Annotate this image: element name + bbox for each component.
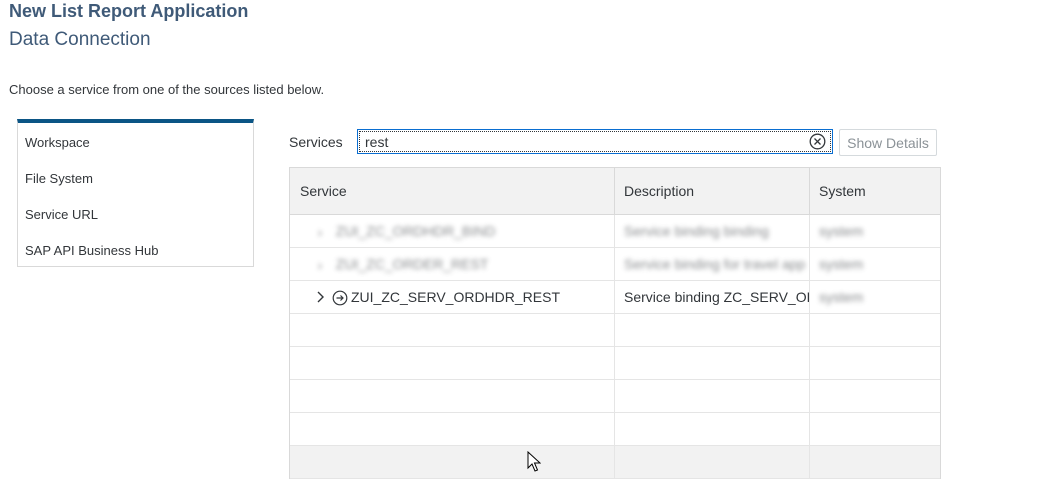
table-row[interactable]: › ZUI_ZC_ORDHDR_BIND Service binding bin…	[290, 215, 940, 248]
services-search-input[interactable]	[365, 134, 795, 150]
table-row-empty	[290, 314, 940, 347]
source-item-service-url[interactable]: Service URL	[18, 197, 253, 233]
row-service-name: ZUI_ZC_SERV_ORDHDR_REST	[351, 289, 561, 305]
instruction-text: Choose a service from one of the sources…	[9, 82, 325, 97]
mouse-cursor-icon	[527, 451, 541, 472]
services-search-field[interactable]	[357, 129, 833, 154]
table-row-empty	[290, 347, 940, 380]
row-description: Service binding for travel app	[624, 256, 806, 272]
table-row-empty	[290, 380, 940, 413]
show-details-button[interactable]: Show Details	[839, 129, 937, 156]
table-row-empty	[290, 413, 940, 446]
table-row[interactable]: › ZUI_ZC_ORDER_REST Service binding for …	[290, 248, 940, 281]
chevron-right-icon: ›	[317, 257, 323, 274]
table-header: Service Description System	[290, 168, 940, 215]
service-binding-icon	[332, 290, 348, 306]
clear-icon[interactable]	[809, 133, 826, 150]
source-item-workspace[interactable]: Workspace	[18, 125, 253, 161]
row-service-name: › ZUI_ZC_ORDER_REST	[300, 256, 489, 273]
row-system: system	[819, 223, 864, 239]
column-header-service[interactable]: Service	[290, 168, 615, 214]
services-table: Service Description System › ZUI_ZC_ORDH…	[289, 167, 941, 479]
services-label: Services	[289, 134, 343, 150]
column-header-system[interactable]: System	[810, 168, 940, 214]
chevron-right-icon[interactable]	[312, 282, 328, 313]
app-title: New List Report Application	[9, 1, 249, 21]
row-system: system	[819, 256, 864, 272]
source-item-api-hub[interactable]: SAP API Business Hub	[18, 233, 253, 269]
column-header-description[interactable]: Description	[615, 168, 810, 214]
table-row[interactable]: ZUI_ZC_SERV_ORDHDR_REST Service binding …	[290, 281, 940, 314]
chevron-right-icon: ›	[317, 224, 323, 241]
row-system: system	[819, 289, 864, 305]
row-description: Service binding binding	[624, 223, 769, 239]
table-row-empty	[290, 446, 940, 479]
step-title: Data Connection	[9, 29, 151, 50]
row-service-name: › ZUI_ZC_ORDHDR_BIND	[300, 223, 496, 240]
source-item-file-system[interactable]: File System	[18, 161, 253, 197]
source-list: Workspace File System Service URL SAP AP…	[17, 119, 254, 267]
row-description: Service binding ZC_SERV_OR	[615, 281, 810, 313]
